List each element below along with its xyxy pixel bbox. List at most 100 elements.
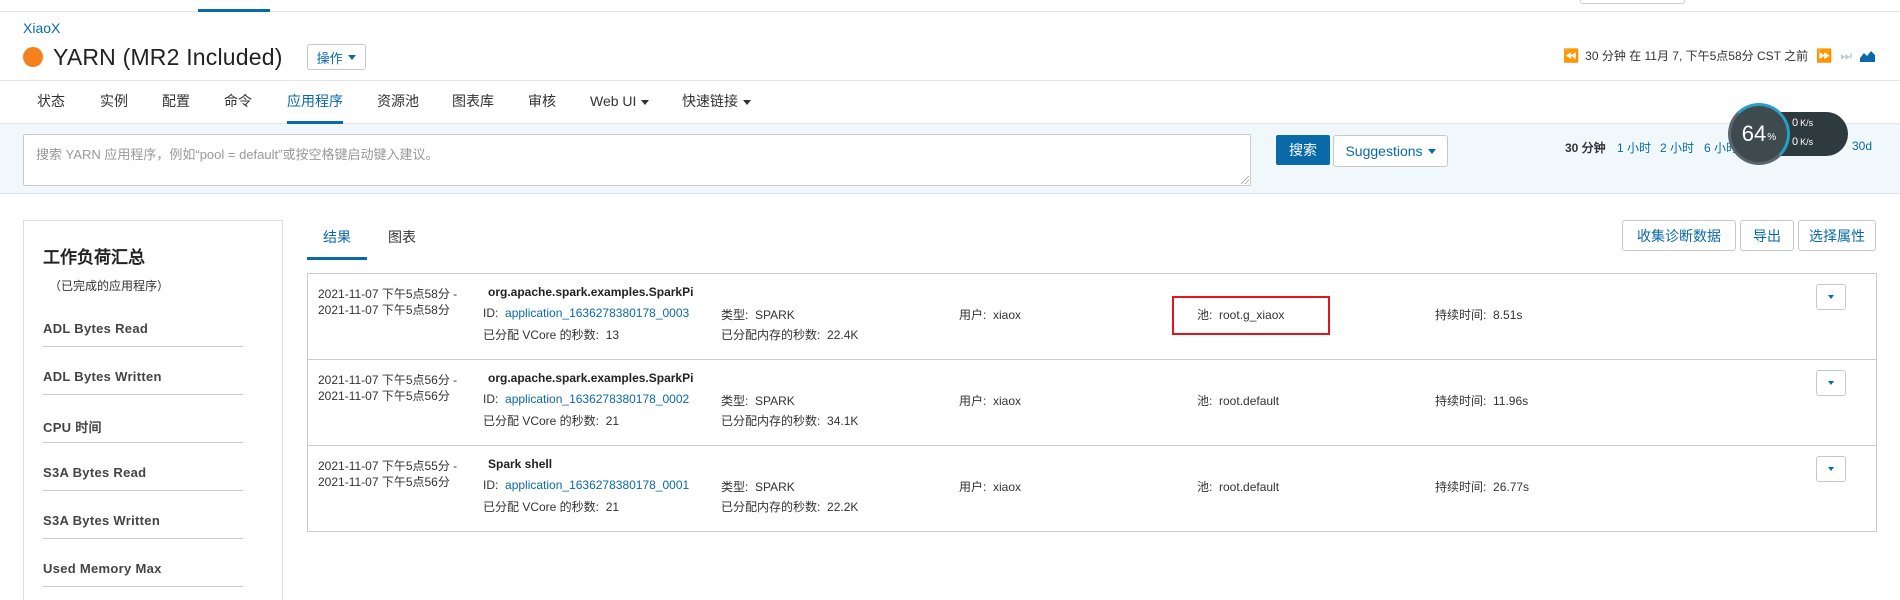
- cluster-link[interactable]: XiaoX: [23, 20, 60, 36]
- service-header: XiaoX YARN (MR2 Included) 操作 ⏪ 30 分钟 在 1…: [0, 12, 1900, 80]
- app-end-time: 2021-11-07 下午5点58分: [318, 303, 450, 317]
- tab-commands[interactable]: 命令: [224, 81, 252, 124]
- applications-list: 2021-11-07 下午5点58分 - 2021-11-07 下午5点58分 …: [307, 273, 1877, 532]
- sidebar-item-adl-bytes-read[interactable]: ADL Bytes Read: [43, 321, 243, 347]
- sidebar-item-s3a-bytes-read[interactable]: S3A Bytes Read: [43, 465, 243, 491]
- app-id-link[interactable]: application_1636278380178_0001: [505, 478, 689, 492]
- tab-applications[interactable]: 应用程序: [287, 81, 343, 124]
- list-item[interactable]: 2021-11-07 下午5点55分 - 2021-11-07 下午5点56分 …: [308, 446, 1876, 532]
- duration-label: 持续时间:: [1435, 308, 1487, 322]
- vcore-seconds: 已分配 VCore 的秒数: 21: [483, 412, 619, 429]
- app-duration: 持续时间: 11.96s: [1435, 392, 1528, 409]
- app-end-time: 2021-11-07 下午5点56分: [318, 475, 450, 489]
- collect-diagnostics-button[interactable]: 收集诊断数据: [1622, 220, 1736, 251]
- top-strip: [0, 0, 1900, 12]
- vcore-label: 已分配 VCore 的秒数:: [483, 414, 600, 428]
- top-control[interactable]: [1580, 0, 1685, 4]
- app-start-time: 2021-11-07 下午5点56分 -: [318, 373, 458, 387]
- chevron-down-icon: [347, 54, 356, 60]
- app-type: 类型: SPARK: [721, 306, 795, 323]
- range-1h[interactable]: 1 小时: [1617, 139, 1651, 156]
- vcore-value: 13: [605, 328, 620, 342]
- time-range-label: 30 分钟 在 11月 7, 下午5点58分 CST 之前: [1585, 49, 1809, 63]
- user-label: 用户:: [959, 394, 987, 408]
- memory-label: 已分配内存的秒数:: [721, 414, 821, 428]
- suggestions-label: Suggestions: [1345, 143, 1423, 159]
- actions-dropdown-button[interactable]: 操作: [306, 44, 366, 70]
- chevron-down-icon: [743, 99, 751, 105]
- range-30d[interactable]: 30d: [1852, 139, 1872, 153]
- rewind-icon[interactable]: ⏪: [1563, 48, 1579, 64]
- app-name: Spark shell: [488, 457, 553, 471]
- sidebar-item-used-memory-max[interactable]: Used Memory Max: [43, 561, 243, 587]
- tab-instances[interactable]: 实例: [100, 81, 128, 124]
- highlight-annotation: [1172, 296, 1330, 335]
- tab-status[interactable]: 状态: [37, 81, 65, 124]
- chart-icon[interactable]: [1860, 50, 1875, 62]
- row-actions-button[interactable]: [1816, 370, 1846, 396]
- actions-label: 操作: [316, 50, 343, 66]
- chevron-down-icon: [641, 99, 650, 105]
- range-2h[interactable]: 2 小时: [1660, 139, 1694, 156]
- type-value: SPARK: [755, 308, 795, 322]
- status-indicator-icon: [23, 47, 43, 67]
- range-30m[interactable]: 30 分钟: [1565, 139, 1606, 156]
- app-id-link[interactable]: application_1636278380178_0002: [505, 392, 689, 406]
- user-value: xiaox: [993, 394, 1022, 408]
- app-name: org.apache.spark.examples.SparkPi: [488, 371, 694, 385]
- upload-unit: K/s: [1800, 118, 1814, 128]
- vcore-seconds: 已分配 VCore 的秒数: 13: [483, 326, 619, 343]
- row-actions-button[interactable]: [1816, 284, 1846, 310]
- vcore-label: 已分配 VCore 的秒数:: [483, 328, 600, 342]
- vcore-label: 已分配 VCore 的秒数:: [483, 500, 600, 514]
- type-label: 类型:: [721, 308, 749, 322]
- row-actions-button[interactable]: [1816, 456, 1846, 482]
- skip-to-end-icon[interactable]: ⏭: [1840, 48, 1852, 64]
- app-start-time: 2021-11-07 下午5点58分 -: [318, 287, 458, 301]
- type-value: SPARK: [755, 394, 795, 408]
- list-item[interactable]: 2021-11-07 下午5点56分 - 2021-11-07 下午5点56分 …: [308, 360, 1876, 446]
- search-input[interactable]: 搜索 YARN 应用程序，例如“pool = default”或按空格键启动键入…: [23, 134, 1251, 186]
- app-duration: 持续时间: 8.51s: [1435, 306, 1522, 323]
- id-label: ID:: [483, 478, 499, 492]
- sidebar-subtitle: （已完成的应用程序）: [49, 279, 170, 293]
- select-attributes-button[interactable]: 选择属性: [1798, 220, 1876, 251]
- forward-icon[interactable]: ⏩: [1816, 48, 1832, 64]
- sidebar-item-s3a-bytes-written[interactable]: S3A Bytes Written: [43, 513, 243, 539]
- tab-charts[interactable]: 图表: [388, 220, 416, 260]
- app-user: 用户: xiaox: [959, 392, 1021, 409]
- sidebar-title: 工作负荷汇总: [43, 248, 145, 267]
- app-pool: 池: root.default: [1197, 478, 1279, 495]
- sidebar-item-adl-bytes-written[interactable]: ADL Bytes Written: [43, 369, 243, 395]
- search-button[interactable]: 搜索: [1276, 135, 1330, 165]
- user-label: 用户:: [959, 480, 987, 494]
- memory-value: 22.4K: [827, 328, 859, 342]
- resize-handle-icon[interactable]: [1241, 176, 1249, 184]
- tab-chart-library[interactable]: 图表库: [452, 81, 494, 124]
- tab-audit[interactable]: 审核: [528, 81, 556, 124]
- tab-resource-pools[interactable]: 资源池: [377, 81, 419, 124]
- upload-speed: ▲ 0K/s: [1777, 117, 1814, 129]
- duration-value: 11.96s: [1493, 394, 1529, 408]
- tab-configuration[interactable]: 配置: [162, 81, 190, 124]
- memory-label: 已分配内存的秒数:: [721, 500, 821, 514]
- tab-web-ui[interactable]: Web UI: [590, 81, 650, 124]
- network-speed-widget[interactable]: ▲ 0K/s ▼ 0K/s 64%: [1728, 103, 1850, 165]
- tab-quick-links[interactable]: 快速链接: [682, 81, 751, 124]
- duration-value: 26.77s: [1493, 480, 1530, 494]
- duration-label: 持续时间:: [1435, 480, 1487, 494]
- suggestions-button[interactable]: Suggestions: [1333, 135, 1448, 167]
- tab-results[interactable]: 结果: [307, 220, 367, 260]
- export-button[interactable]: 导出: [1740, 220, 1794, 251]
- user-label: 用户:: [959, 308, 987, 322]
- tab-web-ui-label: Web UI: [590, 93, 637, 109]
- app-id-row: ID: application_1636278380178_0001: [483, 478, 689, 492]
- search-bar-area: 搜索 YARN 应用程序，例如“pool = default”或按空格键启动键入…: [0, 124, 1900, 194]
- list-item[interactable]: 2021-11-07 下午5点58分 - 2021-11-07 下午5点58分 …: [308, 274, 1876, 360]
- sidebar-item-cpu-time[interactable]: CPU 时间: [43, 417, 243, 443]
- workload-summary-panel: 工作负荷汇总 （已完成的应用程序） ADL Bytes Read ADL Byt…: [23, 220, 283, 600]
- chevron-down-icon: [1427, 148, 1436, 154]
- app-type: 类型: SPARK: [721, 478, 795, 495]
- app-id-link[interactable]: application_1636278380178_0003: [505, 306, 689, 320]
- duration-label: 持续时间:: [1435, 394, 1487, 408]
